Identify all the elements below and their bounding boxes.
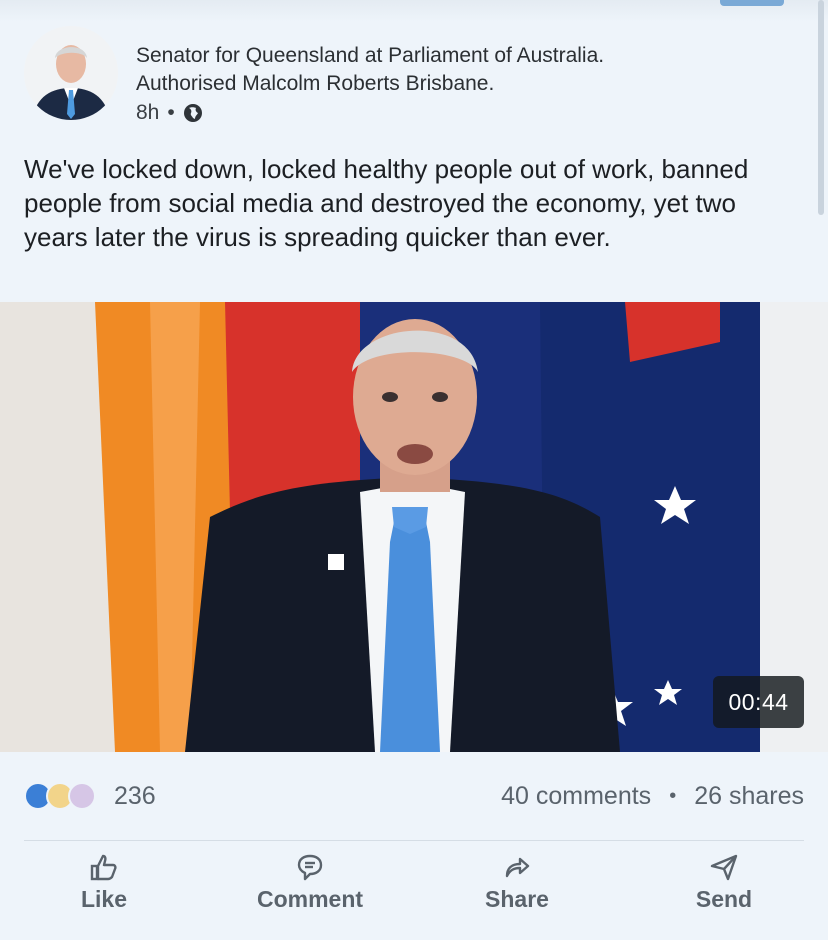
comment-button[interactable]: Comment xyxy=(240,852,380,913)
post-header: Senator for Queensland at Parliament of … xyxy=(136,42,604,127)
support-icon xyxy=(68,782,96,810)
post-actions-bar: Like Comment Share Send xyxy=(0,852,828,922)
send-button[interactable]: Send xyxy=(654,852,794,913)
author-headline-line2: Authorised Malcolm Roberts Brisbane. xyxy=(136,72,495,95)
comments-count-link[interactable]: 40 comments xyxy=(501,782,651,811)
previous-post-fragment xyxy=(720,0,784,6)
reactions-count: 236 xyxy=(114,781,156,810)
post-time: 8h xyxy=(136,101,160,124)
previous-post-edge xyxy=(0,0,828,22)
like-label: Like xyxy=(80,886,128,912)
video-player[interactable] xyxy=(0,302,828,752)
reaction-icons xyxy=(24,781,104,811)
share-button[interactable]: Share xyxy=(447,852,587,913)
video-duration-badge: 00:44 xyxy=(713,676,804,728)
divider xyxy=(24,840,804,841)
send-label: Send xyxy=(695,886,753,912)
post-text: We've locked down, locked healthy people… xyxy=(24,154,749,252)
scrollbar[interactable] xyxy=(818,0,824,215)
avatar-photo xyxy=(24,26,118,120)
video-thumbnail xyxy=(0,302,828,752)
share-arrow-icon xyxy=(505,857,530,878)
globe-icon xyxy=(183,104,202,122)
post-time-row: 8h • xyxy=(136,99,604,127)
send-paper-plane-icon xyxy=(710,854,738,881)
share-label: Share xyxy=(485,886,549,912)
thumbs-up-icon xyxy=(90,854,117,881)
comment-icon xyxy=(297,854,323,881)
time-separator: • xyxy=(167,101,175,124)
comment-label: Comment xyxy=(256,886,364,912)
engagement-counts: 40 comments • 26 shares xyxy=(501,782,804,811)
shares-count-link[interactable]: 26 shares xyxy=(694,782,804,811)
like-button[interactable]: Like xyxy=(34,852,174,913)
author-avatar[interactable] xyxy=(24,26,118,120)
social-counts: 236 40 comments • 26 shares xyxy=(24,778,804,814)
counts-separator: • xyxy=(669,784,677,807)
reactions-summary[interactable]: 236 xyxy=(24,781,156,811)
author-headline-line1: Senator for Queensland at Parliament of … xyxy=(136,44,605,67)
